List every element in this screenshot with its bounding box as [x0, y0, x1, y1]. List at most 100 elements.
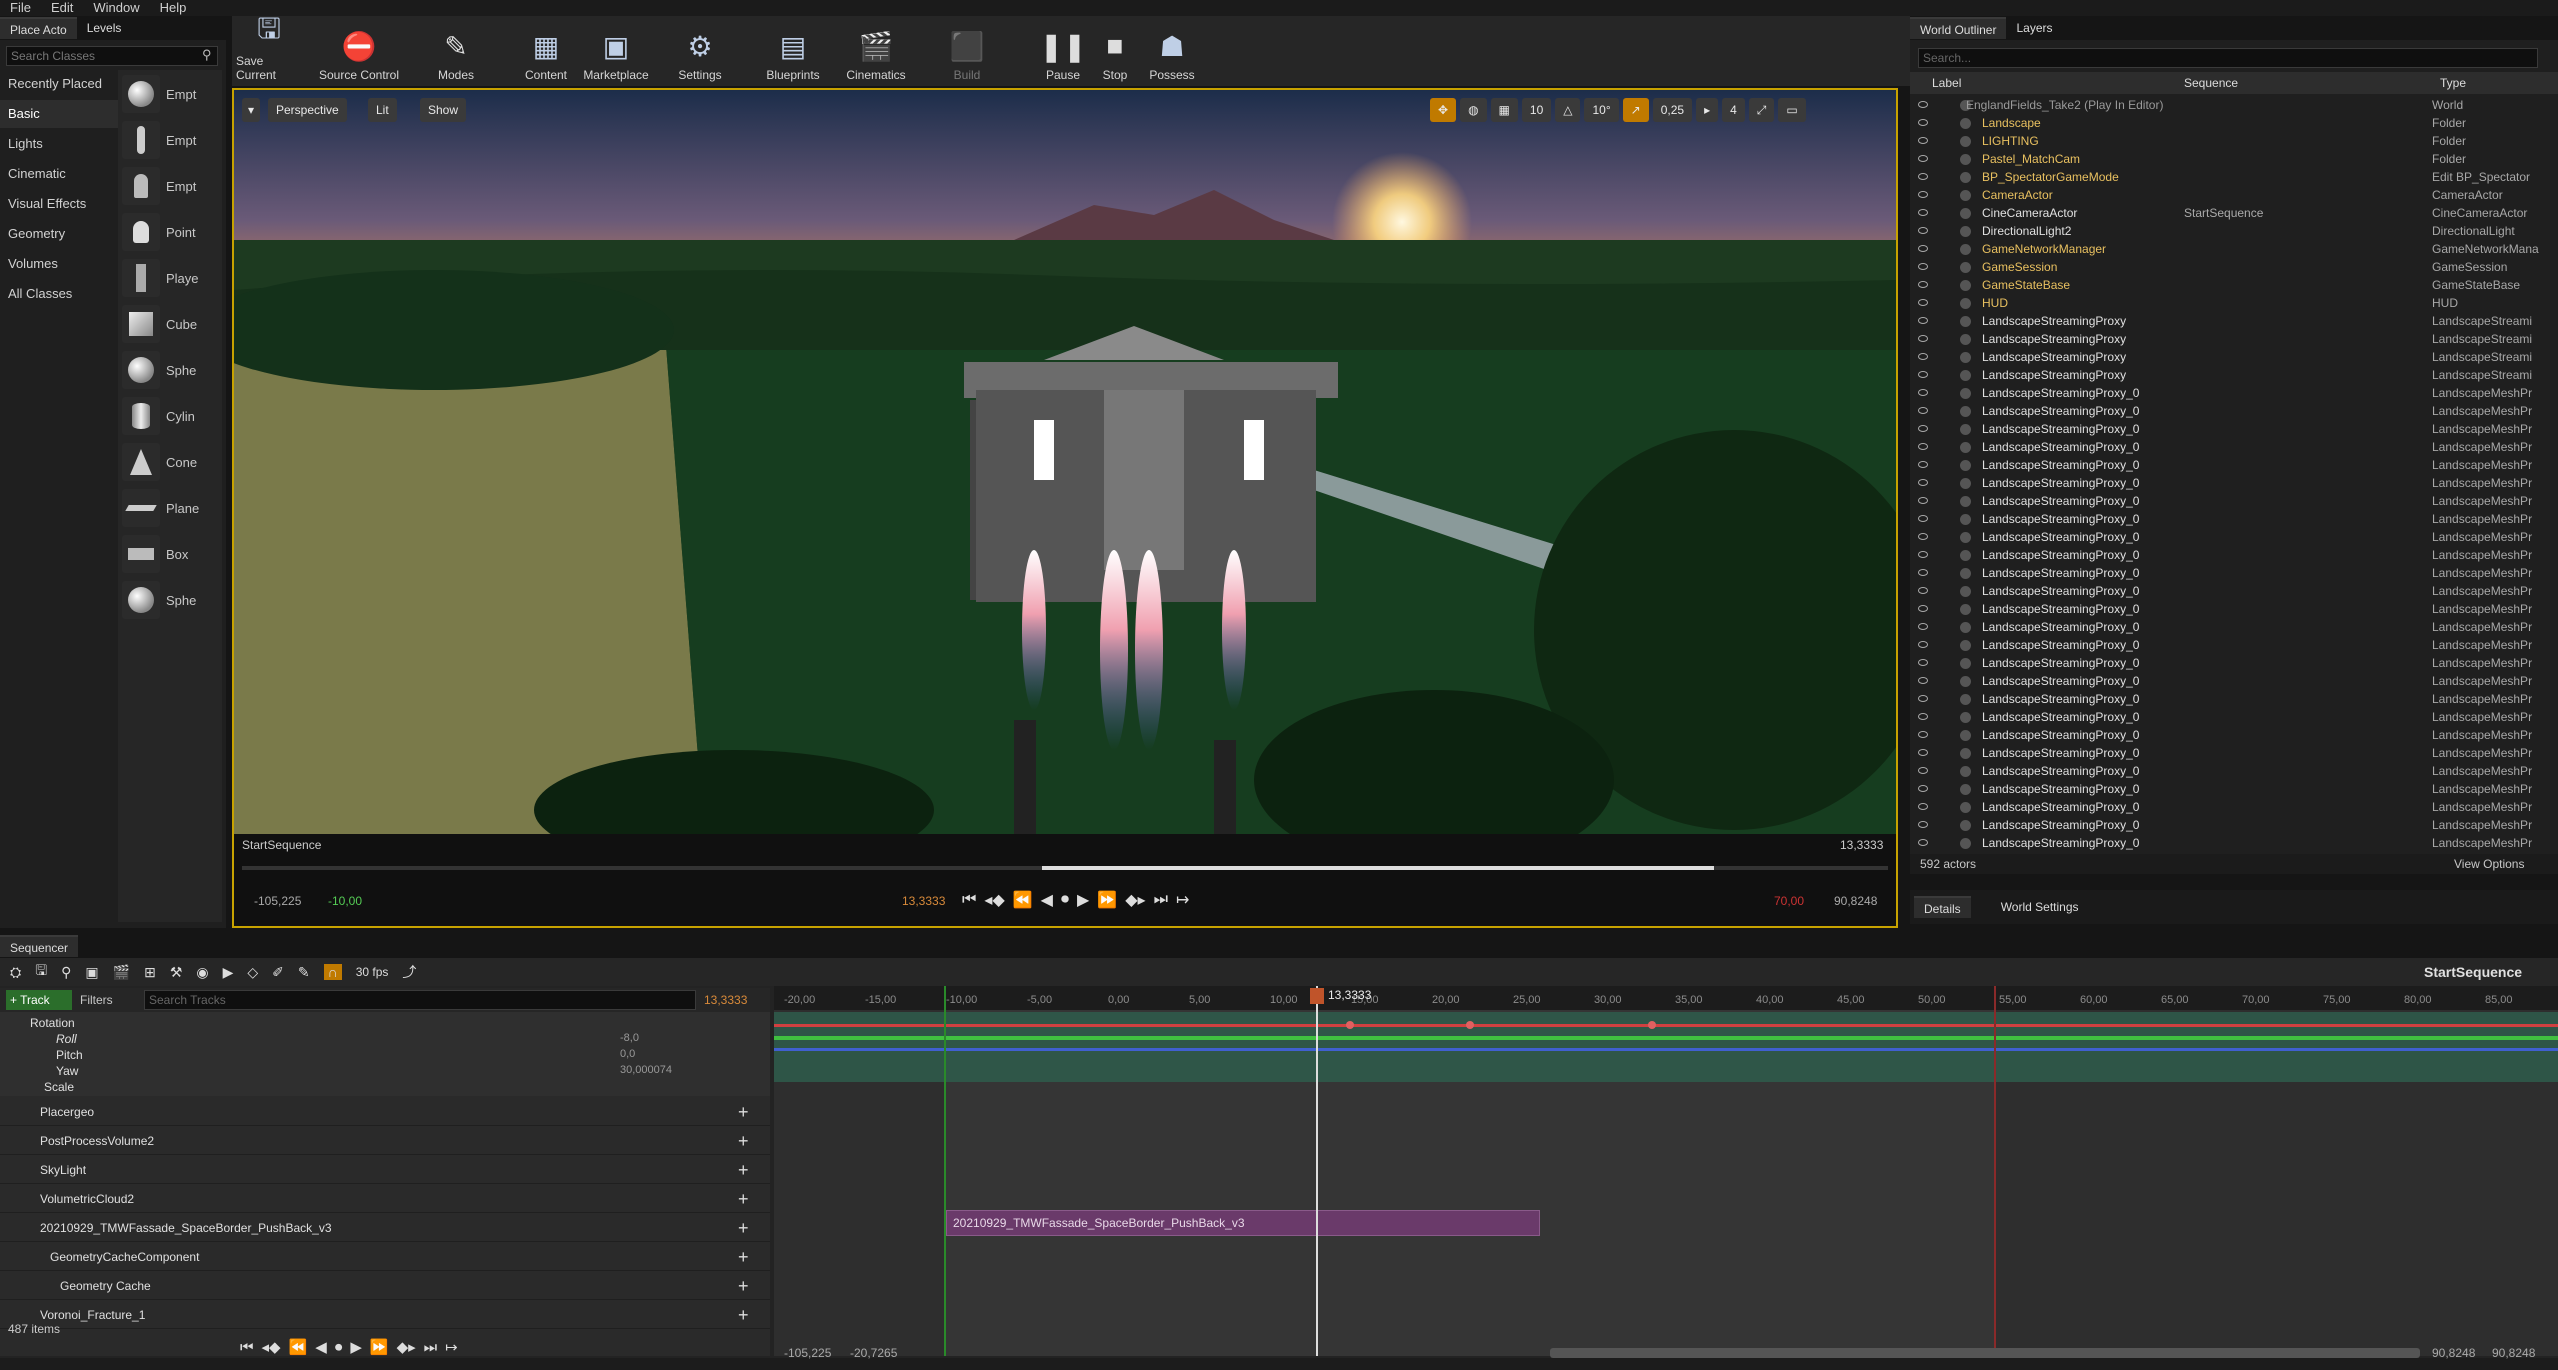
outliner-row[interactable]: EnglandFields_Take2 (Play In Editor) Worl… — [1910, 96, 2546, 114]
outliner-row[interactable]: LandscapeStreamingProxy_0 LandscapeMeshPr — [1910, 762, 2546, 780]
outliner-row[interactable]: LandscapeStreamingProxy_0 LandscapeMeshPr — [1910, 618, 2546, 636]
track-row[interactable]: Placergeo + — [0, 1098, 770, 1126]
visibility-eye-icon[interactable] — [1918, 119, 1928, 126]
end-marker[interactable] — [1994, 986, 1996, 1356]
track-row[interactable]: Voronoi_Fracture_1 + — [0, 1301, 770, 1329]
jump-end-icon[interactable]: ⏭ — [424, 1339, 438, 1356]
cinematics-button[interactable]: 🎬 Cinematics — [838, 20, 914, 83]
snap-icon[interactable]: ⊞ — [144, 964, 156, 981]
outliner-row[interactable]: LandscapeStreamingProxy_0 LandscapeMeshPr — [1910, 672, 2546, 690]
visibility-eye-icon[interactable] — [1918, 425, 1928, 432]
visibility-eye-icon[interactable] — [1918, 227, 1928, 234]
record-icon[interactable]: ⏺ — [335, 1339, 343, 1356]
visibility-eye-icon[interactable] — [1918, 389, 1928, 396]
actor-item[interactable]: Cube — [122, 302, 222, 346]
outliner-row[interactable]: LandscapeStreamingProxy_0 LandscapeMeshPr — [1910, 798, 2546, 816]
visibility-eye-icon[interactable] — [1918, 713, 1928, 720]
world-icon[interactable]: ⛭ — [10, 964, 21, 981]
level-viewport[interactable]: ▾ Perspective Lit Show ✥ ◍ ▦ 10 △ 10° ↗ … — [232, 88, 1898, 928]
visibility-eye-icon[interactable] — [1918, 659, 1928, 666]
timeline-area[interactable]: -20,00 -15,00 -10,00 -5,00 0,00 5,00 10,00 15,0… — [774, 986, 2558, 1356]
category-all-classes[interactable]: All Classes — [0, 280, 118, 308]
grid-size[interactable]: 10 — [1521, 98, 1552, 122]
category-lights[interactable]: Lights — [0, 130, 118, 158]
content-button[interactable]: ▦ Content — [518, 20, 574, 83]
outliner-row[interactable]: LandscapeStreamingProxy_0 LandscapeMeshPr — [1910, 654, 2546, 672]
find-icon[interactable]: ⚲ — [61, 964, 71, 981]
actor-item[interactable]: Point — [122, 210, 222, 254]
outliner-row[interactable]: GameStateBase GameStateBase — [1910, 276, 2546, 294]
add-icon[interactable]: + — [738, 1156, 749, 1184]
source-control-button[interactable]: ⛔ Source Control — [316, 20, 402, 83]
perspective-button[interactable]: Perspective — [268, 98, 347, 122]
outliner-row[interactable]: DirectionalLight2 DirectionalLight — [1910, 222, 2546, 240]
tab-world-settings[interactable]: World Settings — [1991, 896, 2089, 918]
outliner-row[interactable]: LandscapeStreamingProxy_0 LandscapeMeshPr — [1910, 438, 2546, 456]
visibility-eye-icon[interactable] — [1918, 497, 1928, 504]
outliner-row[interactable]: LandscapeStreamingProxy_0 LandscapeMeshPr — [1910, 636, 2546, 654]
jump-end-icon[interactable]: ⏭ — [1154, 891, 1168, 909]
curve-editor-icon[interactable]: ⤴ — [402, 962, 416, 982]
actor-item[interactable]: Empt — [122, 72, 222, 116]
track-row[interactable]: 20210929_TMWFassade_SpaceBorder_PushBack… — [0, 1214, 770, 1242]
fps-dropdown[interactable]: 30 fps — [356, 965, 389, 979]
view-options-button[interactable]: View Options — [2454, 857, 2524, 871]
camera-speed-icon[interactable]: ▸ — [1696, 98, 1719, 122]
scale-snap-icon[interactable]: ↗ — [1622, 98, 1649, 122]
outliner-row[interactable]: LandscapeStreamingProxy_0 LandscapeMeshPr — [1910, 474, 2546, 492]
actor-item[interactable]: Sphe — [122, 578, 222, 622]
visibility-eye-icon[interactable] — [1918, 317, 1928, 324]
jump-start-icon[interactable]: ⏮ — [962, 891, 976, 909]
visibility-eye-icon[interactable] — [1918, 191, 1928, 198]
outliner-row[interactable]: LandscapeStreamingProxy_0 LandscapeMeshPr — [1910, 384, 2546, 402]
timeline-scrollbar[interactable] — [1550, 1348, 2420, 1358]
viewport-options-button[interactable]: ▾ — [242, 98, 261, 122]
save-current-button[interactable]: 🖫 Save Current — [236, 13, 302, 82]
pause-button[interactable]: ❚❚ Pause — [1038, 20, 1088, 83]
actor-item[interactable]: Playe — [122, 256, 222, 300]
camera-speed[interactable]: 4 — [1722, 98, 1745, 122]
loop-icon[interactable]: ↦ — [1176, 890, 1189, 910]
visibility-eye-icon[interactable] — [1918, 623, 1928, 630]
visibility-eye-icon[interactable] — [1918, 137, 1928, 144]
roll-value[interactable]: -8,0 — [620, 1032, 639, 1044]
visibility-eye-icon[interactable] — [1918, 605, 1928, 612]
outliner-row[interactable]: LandscapeStreamingProxy LandscapeStreami — [1910, 348, 2546, 366]
outliner-row[interactable]: LandscapeStreamingProxy_0 LandscapeMeshPr — [1910, 726, 2546, 744]
step-back-icon[interactable]: ⏪ — [289, 1338, 308, 1356]
start-marker[interactable] — [944, 986, 946, 1356]
keyframe[interactable] — [1648, 1021, 1656, 1029]
camera-icon[interactable]: ▣ — [85, 964, 98, 981]
tab-sequencer[interactable]: Sequencer — [0, 935, 79, 957]
actor-item[interactable]: Cylin — [122, 394, 222, 438]
tab-details[interactable]: Details — [1914, 896, 1971, 918]
time-ruler[interactable]: -20,00 -15,00 -10,00 -5,00 0,00 5,00 10,00 15,0… — [774, 986, 2558, 1010]
prev-key-icon[interactable]: ◂◆ — [262, 1338, 281, 1356]
play-icon[interactable]: ▶ — [350, 1338, 362, 1356]
search-classes-input[interactable]: Search Classes — [6, 46, 218, 66]
track-row[interactable]: PostProcessVolume2 + — [0, 1127, 770, 1155]
add-icon[interactable]: + — [738, 1272, 749, 1300]
scrub-range[interactable] — [1042, 866, 1714, 870]
build-button[interactable]: ⬛ Build — [942, 20, 992, 83]
add-icon[interactable]: + — [738, 1098, 749, 1126]
actor-item[interactable]: Plane — [122, 486, 222, 530]
visibility-eye-icon[interactable] — [1918, 587, 1928, 594]
add-icon[interactable]: + — [738, 1214, 749, 1242]
scale-snap[interactable]: 0,25 — [1652, 98, 1693, 122]
outliner-row[interactable]: LandscapeStreamingProxy_0 LandscapeMeshPr — [1910, 456, 2546, 474]
blueprints-button[interactable]: ▤ Blueprints — [758, 20, 828, 83]
visibility-eye-icon[interactable] — [1918, 677, 1928, 684]
marketplace-button[interactable]: ▣ Marketplace — [578, 20, 654, 83]
magnet-icon[interactable]: ∩ — [323, 964, 342, 980]
filters-button[interactable]: Filters — [80, 993, 113, 1007]
visibility-eye-icon[interactable] — [1918, 461, 1928, 468]
outliner-row[interactable]: LandscapeStreamingProxy LandscapeStreami — [1910, 330, 2546, 348]
outliner-row[interactable]: LandscapeStreamingProxy_0 LandscapeMeshPr — [1910, 834, 2546, 852]
category-basic[interactable]: Basic — [0, 100, 118, 128]
outliner-row[interactable]: LandscapeStreamingProxy_0 LandscapeMeshPr — [1910, 510, 2546, 528]
track-row[interactable]: Geometry Cache + — [0, 1272, 770, 1300]
pitch-value[interactable]: 0,0 — [620, 1048, 635, 1060]
visibility-eye-icon[interactable] — [1918, 263, 1928, 270]
settings-button[interactable]: ⚙ Settings — [670, 20, 730, 83]
